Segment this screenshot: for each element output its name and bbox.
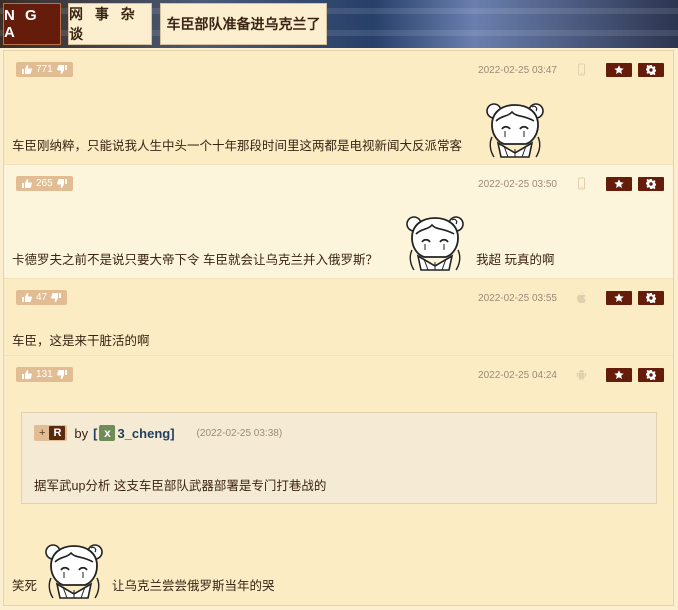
thumbs-up-icon[interactable] (22, 65, 32, 74)
like-widget[interactable]: 131 (16, 367, 73, 382)
favorite-button[interactable] (606, 291, 632, 305)
post-time: 2022-02-25 03:47 (478, 65, 557, 76)
quote-badge[interactable]: + R (34, 425, 68, 441)
post-time: 2022-02-25 03:50 (478, 179, 557, 190)
star-icon (614, 65, 624, 75)
thread-content: 771 2022-02-25 03:47 车臣刚纳粹，只能说我人生中头一个十年那… (3, 50, 674, 606)
favorite-button[interactable] (606, 177, 632, 191)
thumbs-up-icon[interactable] (22, 370, 32, 379)
star-icon (614, 370, 624, 380)
thumbs-up-icon[interactable] (22, 293, 32, 302)
anime-girl-sticker (402, 210, 468, 274)
like-count: 265 (36, 178, 53, 189)
android-icon (576, 368, 587, 381)
post-text: 车臣刚纳粹，只能说我人生中头一个十年那段时间里这两都是电视新闻大反派常客 (12, 139, 463, 153)
bracket: [ (93, 425, 98, 441)
plus-sign: + (39, 427, 46, 439)
quote-username-link[interactable]: [ x 3_cheng] (93, 425, 175, 441)
quote-time: (2022-02-25 03:38) (196, 427, 283, 439)
quote-block: + R by [ x 3_cheng] (2022-02-25 03:38) 据… (21, 412, 657, 504)
like-count: 131 (36, 369, 53, 380)
thumbs-down-icon[interactable] (57, 179, 67, 188)
post-text: 笑死 (12, 579, 38, 593)
post-settings-button[interactable] (638, 291, 664, 305)
like-widget[interactable]: 47 (16, 290, 68, 305)
thumbs-down-icon[interactable] (57, 65, 67, 74)
post-time: 2022-02-25 03:55 (478, 293, 557, 304)
gear-icon (646, 65, 656, 75)
apple-icon (576, 291, 587, 304)
post-text: 让乌克兰尝尝俄罗斯当年的哭 (112, 579, 275, 593)
phone-icon (576, 63, 587, 76)
gear-icon (646, 179, 656, 189)
quote-username[interactable]: 3_cheng] (117, 426, 174, 441)
site-header: N G A 网 事 杂 谈 车臣部队准备进乌克兰了 (0, 0, 678, 48)
star-icon (614, 293, 624, 303)
like-count: 47 (36, 292, 48, 303)
breadcrumb-thread[interactable]: 车臣部队准备进乌克兰了 (160, 3, 327, 45)
reputation-badge: R (49, 426, 66, 440)
reply-post: 131 2022-02-25 04:24 + R by [ x 3_cheng]… (4, 355, 673, 605)
gear-icon (646, 293, 656, 303)
user-avatar[interactable]: x (99, 425, 116, 441)
post-text: 卡德罗夫之前不是说只要大帝下令 车臣就会让乌克兰并入俄罗斯？ (12, 253, 378, 267)
post-text: 车臣，这是来干脏活的啊 (12, 334, 150, 348)
gear-icon (646, 370, 656, 380)
quote-by-label: by (74, 425, 89, 441)
thumbs-down-icon[interactable] (57, 370, 67, 379)
like-count: 771 (36, 64, 53, 75)
reply-post: 47 2022-02-25 03:55 车臣，这是来干脏活的啊 (4, 278, 673, 355)
anime-girl-sticker (41, 538, 107, 602)
reply-post: 771 2022-02-25 03:47 车臣刚纳粹，只能说我人生中头一个十年那… (4, 51, 673, 164)
like-widget[interactable]: 265 (16, 176, 73, 191)
anime-girl-sticker (482, 97, 548, 161)
quote-header: + R by [ x 3_cheng] (2022-02-25 03:38) (34, 424, 282, 442)
phone-icon (576, 177, 587, 190)
post-settings-button[interactable] (638, 177, 664, 191)
star-icon (614, 179, 624, 189)
like-widget[interactable]: 771 (16, 62, 73, 77)
favorite-button[interactable] (606, 368, 632, 382)
favorite-button[interactable] (606, 63, 632, 77)
post-text: 我超 玩真的啊 (476, 253, 555, 267)
post-time: 2022-02-25 04:24 (478, 370, 557, 381)
thumbs-down-icon[interactable] (51, 293, 61, 302)
post-settings-button[interactable] (638, 368, 664, 382)
reply-post: 265 2022-02-25 03:50 卡德罗夫之前不是说只要大帝下令 车臣就… (4, 164, 673, 278)
breadcrumb-forum[interactable]: 网 事 杂 谈 (68, 3, 152, 45)
thumbs-up-icon[interactable] (22, 179, 32, 188)
post-settings-button[interactable] (638, 63, 664, 77)
quote-text: 据军武up分析 这支车臣部队武器部署是专门打巷战的 (34, 479, 327, 493)
nga-logo[interactable]: N G A (3, 3, 61, 45)
